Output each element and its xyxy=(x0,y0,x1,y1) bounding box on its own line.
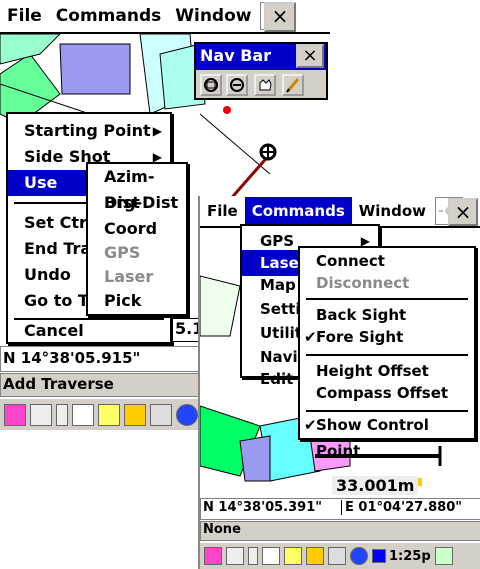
north-coordinate: N 14°38'05.915" xyxy=(3,349,141,367)
menu-window[interactable]: Window xyxy=(168,2,258,30)
taskbar-2: 1:25p xyxy=(200,542,480,569)
menu-file[interactable]: File xyxy=(0,2,49,30)
nav-bar-titlebar: Nav Bar × xyxy=(196,44,326,70)
north-coordinate: N 14°38'05.391" xyxy=(203,500,323,515)
chevron-up-icon[interactable] xyxy=(56,403,68,426)
menu-item-label: Fore Sight xyxy=(316,328,404,346)
menu-file[interactable]: File xyxy=(200,197,245,225)
folder-icon[interactable] xyxy=(284,547,302,565)
chevron-up-icon[interactable] xyxy=(248,547,258,565)
checkmark-icon: ✔ xyxy=(304,328,317,346)
start-icon[interactable] xyxy=(204,547,222,565)
status-bar-2: None xyxy=(200,521,480,541)
laser-item-disconnect: Disconnect xyxy=(316,274,410,292)
start-icon[interactable] xyxy=(4,403,26,426)
battery-icon[interactable] xyxy=(124,403,146,426)
nav-bar-title: Nav Bar xyxy=(200,46,272,65)
keyboard-small-icon[interactable] xyxy=(372,549,386,563)
keyboard-icon[interactable] xyxy=(30,403,52,426)
close-button-2[interactable]: × xyxy=(448,198,478,226)
bluetooth-icon[interactable] xyxy=(350,547,368,565)
submenu-item-gps: GPS xyxy=(104,243,141,262)
submenu-arrow-icon: ▶ xyxy=(152,124,162,138)
laser-item-compass-offset[interactable]: Compass Offset xyxy=(300,380,474,406)
menu-separator xyxy=(306,298,468,300)
menu-item-label: GPS xyxy=(260,232,295,250)
menu-commands[interactable]: Commands xyxy=(49,2,168,30)
zoom-window-icon[interactable] xyxy=(200,74,222,96)
sync-icon[interactable] xyxy=(150,403,172,426)
east-coordinate: E 01°04'27.880" xyxy=(341,500,462,515)
menu-window[interactable]: Window xyxy=(352,197,433,225)
close-button-1[interactable]: × xyxy=(264,2,296,32)
menu-separator xyxy=(306,354,468,356)
battery-icon[interactable] xyxy=(306,547,324,565)
laser-item-fore-sight[interactable]: ✔ Fore Sight xyxy=(300,324,474,350)
scale-label: 33.001m xyxy=(332,476,419,495)
pan-hand-icon[interactable] xyxy=(254,74,276,96)
status-text: None xyxy=(203,522,241,537)
folder-icon[interactable] xyxy=(98,403,120,426)
menu-commands[interactable]: Commands xyxy=(244,197,352,225)
submenu-item-brg-dist[interactable]: Brg-Dist xyxy=(88,190,186,216)
bluetooth-icon[interactable] xyxy=(176,403,198,426)
menu-item-cancel[interactable]: Cancel xyxy=(8,318,170,344)
clock[interactable]: 1:25p xyxy=(389,549,431,564)
zoom-out-icon[interactable] xyxy=(226,74,248,96)
submenu-item-azim-dist[interactable]: Azim-Dist xyxy=(88,164,186,212)
submenu-item-laser: Laser xyxy=(104,267,154,286)
survey-icon[interactable] xyxy=(262,547,280,565)
checkmark-icon: ✔ xyxy=(304,416,317,434)
laser-item-show-control-point[interactable]: ✔ Show Control Point xyxy=(300,412,474,460)
coordinate-bar-2: N 14°38'05.391" E 01°04'27.880" xyxy=(200,498,480,520)
keyboard-icon[interactable] xyxy=(226,547,244,565)
nav-bar: Nav Bar × xyxy=(194,42,328,100)
submenu-item-coord[interactable]: Coord xyxy=(88,216,186,242)
use-submenu: Azim-Dist Brg-Dist Coord GPS Laser Pick xyxy=(86,162,188,316)
laser-submenu: Connect Disconnect Back Sight ✔ Fore Sigh… xyxy=(298,246,476,460)
status-text: Add Traverse xyxy=(3,375,114,393)
menu-item-starting-point[interactable]: Starting Point ▶ xyxy=(8,118,170,144)
menu-item-label: Use xyxy=(24,173,58,192)
settings-icon[interactable] xyxy=(434,547,453,565)
nav-bar-close-button[interactable]: × xyxy=(296,44,324,68)
survey-icon[interactable] xyxy=(72,403,94,426)
submenu-item-pick[interactable]: Pick xyxy=(88,288,186,314)
pencil-icon[interactable] xyxy=(282,74,304,96)
window-2: File Commands Window × GPS ▶ Laser Map Se… xyxy=(198,196,480,569)
menu-item-label: Starting Point xyxy=(24,121,151,140)
sync-icon[interactable] xyxy=(328,547,346,565)
